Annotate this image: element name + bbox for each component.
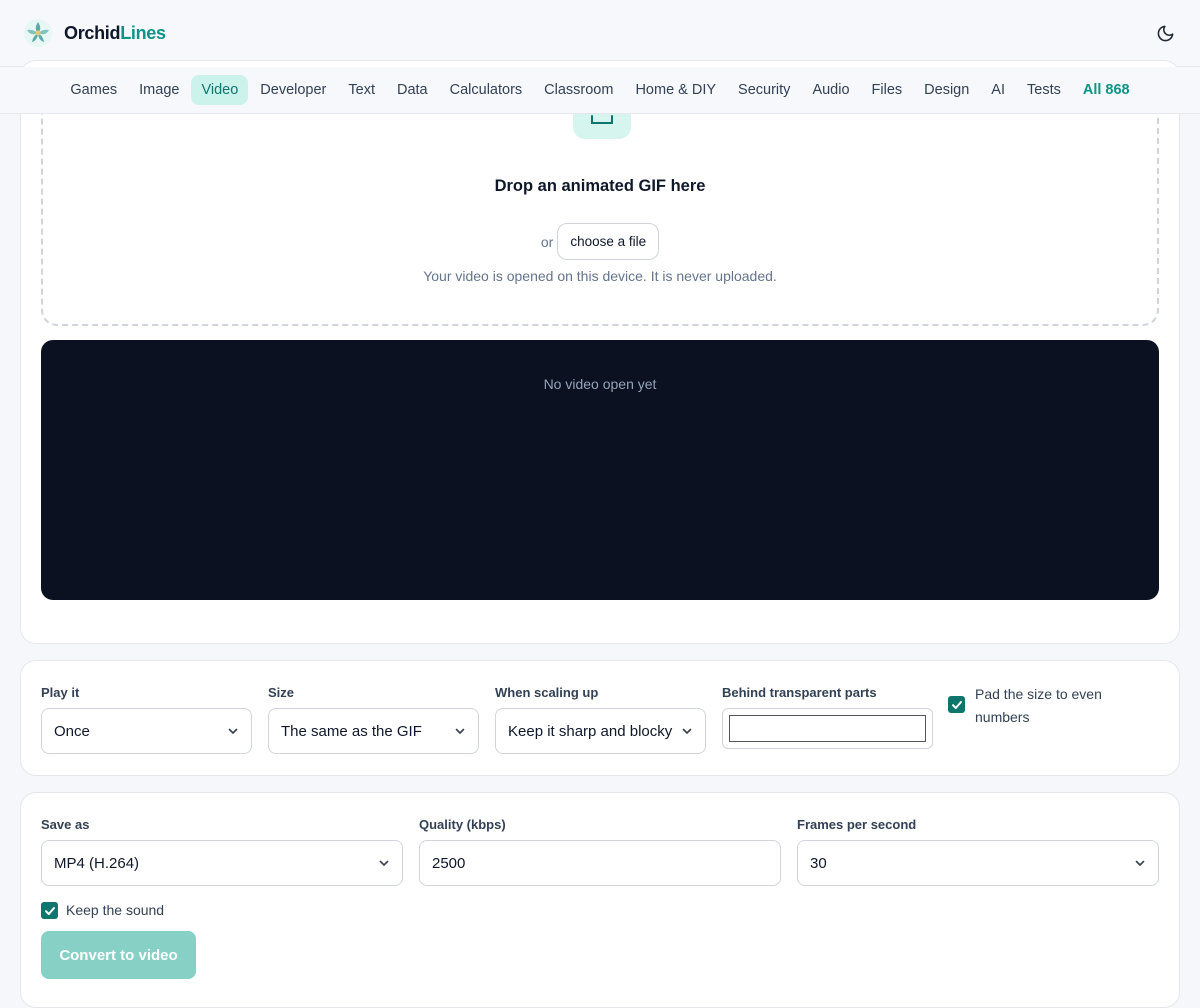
nav-item-classroom[interactable]: Classroom <box>534 75 623 105</box>
check-icon <box>951 700 962 709</box>
nav-item-all[interactable]: All 868 <box>1073 75 1140 105</box>
chevron-down-icon <box>379 860 389 866</box>
nav-item-tests[interactable]: Tests <box>1017 75 1071 105</box>
color-swatch <box>729 715 926 742</box>
keep-sound-checkbox[interactable] <box>41 902 58 919</box>
theme-toggle-button[interactable] <box>1148 16 1182 50</box>
dropzone-actions: or choose a file <box>43 223 1157 260</box>
pad-even-option[interactable]: Pad the size to even numbers <box>948 683 1148 729</box>
scaling-select[interactable]: Keep it sharp and blocky <box>495 708 706 754</box>
top-header: OrchidLines <box>0 0 1200 67</box>
save-card: Save as MP4 (H.264) Quality (kbps) 2500 … <box>20 792 1180 1008</box>
size-select[interactable]: The same as the GIF <box>268 708 479 754</box>
convert-button[interactable]: Convert to video <box>41 931 196 979</box>
play-label: Play it <box>41 685 80 700</box>
nav-item-text[interactable]: Text <box>338 75 385 105</box>
transparent-label: Behind transparent parts <box>722 685 877 700</box>
upload-card: Drop an animated GIF here or choose a fi… <box>20 60 1180 644</box>
nav-item-developer[interactable]: Developer <box>250 75 336 105</box>
gif-dropzone[interactable]: Drop an animated GIF here or choose a fi… <box>41 81 1159 326</box>
check-icon <box>44 906 55 915</box>
format-select-value: MP4 (H.264) <box>54 854 140 872</box>
nav-item-image[interactable]: Image <box>129 75 189 105</box>
category-nav: Games Image Video Developer Text Data Ca… <box>0 67 1200 114</box>
chevron-down-icon <box>228 728 238 734</box>
background-color-picker[interactable] <box>722 708 933 749</box>
dropzone-or-text: or <box>540 233 554 250</box>
moon-icon <box>1157 25 1173 41</box>
fps-select[interactable]: 30 <box>797 840 1159 886</box>
format-select[interactable]: MP4 (H.264) <box>41 840 403 886</box>
nav-item-ai[interactable]: AI <box>981 75 1015 105</box>
fps-select-value: 30 <box>810 854 827 872</box>
nav-item-video[interactable]: Video <box>191 75 249 105</box>
nav-item-calculators[interactable]: Calculators <box>440 75 533 105</box>
nav-item-data[interactable]: Data <box>387 75 438 105</box>
play-field: Play it Once <box>41 685 252 754</box>
chevron-down-icon <box>455 728 465 734</box>
options-card: Play it Once Size The same as the GIF Wh… <box>20 660 1180 776</box>
dropzone-title: Drop an animated GIF here <box>494 177 706 195</box>
brand-name: OrchidLines <box>64 22 166 43</box>
no-video-message: No video open yet <box>543 376 657 392</box>
keep-sound-option[interactable]: Keep the sound <box>41 899 164 922</box>
privacy-note: Your video is opened on this device. It … <box>423 268 777 284</box>
size-field: Size The same as the GIF <box>268 685 479 754</box>
transparent-field: Behind transparent parts <box>722 685 933 749</box>
nav-item-security[interactable]: Security <box>728 75 800 105</box>
brand[interactable]: OrchidLines <box>22 17 166 49</box>
fps-label: Frames per second <box>797 817 917 832</box>
chevron-down-icon <box>682 728 692 734</box>
chevron-down-icon <box>1135 860 1145 866</box>
format-label: Save as <box>41 817 90 832</box>
scaling-select-value: Keep it sharp and blocky <box>508 722 673 740</box>
nav-item-design[interactable]: Design <box>914 75 979 105</box>
nav-item-audio[interactable]: Audio <box>802 75 859 105</box>
pad-even-checkbox[interactable] <box>948 696 965 713</box>
orchid-logo-icon <box>24 19 52 47</box>
size-select-value: The same as the GIF <box>281 722 422 740</box>
video-preview: No video open yet <box>41 340 1159 600</box>
nav-item-files[interactable]: Files <box>862 75 913 105</box>
scaling-label: When scaling up <box>495 685 599 700</box>
nav-item-home-diy[interactable]: Home & DIY <box>625 75 726 105</box>
quality-input[interactable]: 2500 <box>419 840 781 886</box>
quality-input-value: 2500 <box>432 854 466 872</box>
nav-item-games[interactable]: Games <box>60 75 127 105</box>
choose-file-button[interactable]: choose a file <box>557 223 660 260</box>
keep-sound-label: Keep the sound <box>66 902 165 918</box>
play-select-value: Once <box>54 722 90 740</box>
format-field: Save as MP4 (H.264) <box>41 817 403 886</box>
quality-label: Quality (kbps) <box>419 817 506 832</box>
quality-field: Quality (kbps) 2500 <box>419 817 781 886</box>
size-label: Size <box>268 685 295 700</box>
pad-even-label: Pad the size to even numbers <box>975 686 1102 725</box>
play-select[interactable]: Once <box>41 708 252 754</box>
scaling-field: When scaling up Keep it sharp and blocky <box>495 685 706 754</box>
fps-field: Frames per second 30 <box>797 817 1159 886</box>
